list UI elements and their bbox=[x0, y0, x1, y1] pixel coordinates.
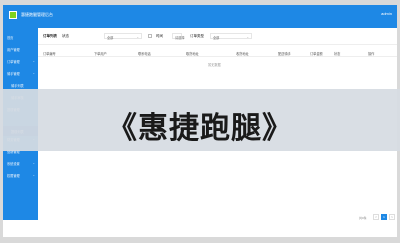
app-title: 惠捷跑腿管理后台 bbox=[21, 12, 53, 17]
sidebar-item-orders[interactable]: 订单管理 ⌄ bbox=[3, 56, 38, 66]
sidebar-item-label: 用户管理 bbox=[7, 48, 20, 52]
filter-checkbox[interactable] bbox=[148, 34, 152, 38]
page-1-button[interactable]: 1 bbox=[381, 214, 387, 220]
sidebar-item-label: 系统设置 bbox=[7, 162, 20, 166]
column-header[interactable]: 操作 bbox=[368, 51, 374, 56]
overlay-title: 《惠捷跑腿》 bbox=[107, 111, 293, 146]
sidebar-item-users[interactable]: 用户管理 bbox=[3, 44, 38, 54]
user-menu-button[interactable]: admin bbox=[381, 11, 392, 16]
column-header[interactable]: 订单编号 bbox=[43, 51, 56, 56]
column-header[interactable]: 配送骑手 bbox=[278, 51, 291, 56]
pagination-total: 共0条 bbox=[359, 215, 367, 220]
column-header[interactable]: 收货地址 bbox=[236, 51, 249, 56]
sidebar-item-label: 订单管理 bbox=[7, 60, 20, 64]
chevron-down-icon: ⌄ bbox=[32, 173, 35, 177]
type-select-value: 全部 bbox=[213, 35, 220, 40]
sidebar-item-home[interactable]: 首页 bbox=[3, 32, 38, 42]
column-header[interactable]: 状态 bbox=[334, 51, 340, 56]
page-title: 订单列表 bbox=[43, 34, 57, 38]
empty-table-message: 暂无数据 bbox=[208, 63, 221, 67]
sidebar-item-permissions[interactable]: 权限管理 ⌄ bbox=[3, 170, 38, 180]
type-select[interactable]: 全部 ⌄ bbox=[210, 33, 252, 40]
sidebar-item-riders[interactable]: 骑手管理 ⌄ bbox=[3, 68, 38, 78]
sidebar-item-settings[interactable]: 系统设置 ⌄ bbox=[3, 158, 38, 168]
column-header[interactable]: 联系电话 bbox=[138, 51, 151, 56]
chevron-down-icon: ⌄ bbox=[136, 34, 139, 39]
sidebar-item-label: 骑手管理 bbox=[7, 72, 20, 76]
next-page-button[interactable]: > bbox=[389, 214, 395, 220]
prev-page-button[interactable]: < bbox=[373, 214, 379, 220]
status-filter-label: 状态 bbox=[62, 34, 69, 38]
column-header[interactable]: 下单用户 bbox=[94, 51, 107, 56]
chevron-down-icon: ⌄ bbox=[32, 59, 35, 63]
top-bar: 惠捷跑腿管理后台 admin bbox=[3, 5, 397, 28]
filter-bar: 订单列表 状态 全部 ⌄ 时间 请选择 订单类型 全部 ⌄ bbox=[38, 28, 397, 45]
column-header[interactable]: 取货地址 bbox=[186, 51, 199, 56]
logo-icon bbox=[9, 11, 17, 19]
sidebar-item-label: 首页 bbox=[7, 36, 14, 40]
pagination: 共0条 < 1 > bbox=[317, 214, 397, 221]
chevron-down-icon: ⌄ bbox=[32, 161, 35, 165]
chevron-down-icon: ⌄ bbox=[32, 71, 35, 75]
status-select[interactable]: 全部 ⌄ bbox=[104, 33, 142, 40]
sidebar-item-label: 骑手列表 bbox=[11, 84, 24, 88]
date-picker[interactable]: 请选择 bbox=[172, 33, 185, 40]
date-picker-value: 请选择 bbox=[175, 35, 185, 40]
sidebar-item-label: 权限管理 bbox=[7, 174, 20, 178]
column-header[interactable]: 订单金额 bbox=[310, 51, 323, 56]
title-overlay: 《惠捷跑腿》 bbox=[0, 89, 400, 151]
date-filter-label: 时间 bbox=[156, 34, 163, 38]
status-select-value: 全部 bbox=[107, 35, 114, 40]
table-header: 订单编号 下单用户 联系电话 取货地址 收货地址 配送骑手 订单金额 状态 操作 bbox=[38, 48, 397, 57]
type-filter-label: 订单类型 bbox=[190, 34, 204, 38]
chevron-down-icon: ⌄ bbox=[246, 34, 249, 39]
